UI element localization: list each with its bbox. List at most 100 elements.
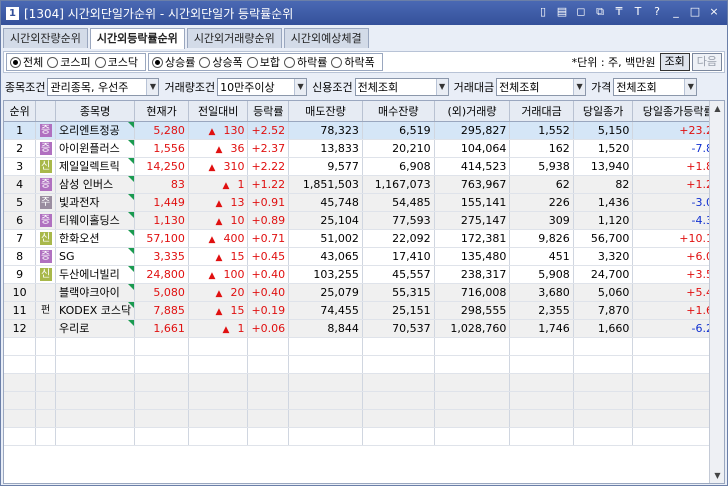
col-price[interactable]: 현재가 [134, 101, 189, 122]
table-row[interactable]: 8 증 SG 3,335 ▲ 15 +0.45 43,065 17,410 135,480 451 3… [4, 247, 724, 266]
radio-rise-amount[interactable]: 상승폭 [199, 54, 243, 70]
radio-dot [199, 56, 211, 68]
scroll-up-icon[interactable]: ▲ [710, 101, 724, 116]
header-row: 순위 종목명 현재가 전일대비 등락률 매도잔량 매수잔량 (외)거래량 거래대… [4, 101, 724, 122]
scroll-down-icon[interactable]: ▼ [710, 468, 724, 483]
empty-cell [362, 355, 435, 374]
table-row[interactable]: 2 증 아이윈플러스 1,556 ▲ 36 +2.37 13,833 20,210 104,064… [4, 139, 724, 158]
change-cell: ▲ 310 [188, 157, 249, 176]
next-button[interactable]: 다음 [691, 53, 722, 71]
empty-cell [434, 373, 511, 392]
price-cell: 5,080 [134, 283, 189, 302]
bid-qty-cell: 25,151 [362, 301, 435, 320]
empty-cell [434, 427, 511, 446]
ranking-grid[interactable]: 순위 종목명 현재가 전일대비 등락률 매도잔량 매수잔량 (외)거래량 거래대… [3, 100, 725, 484]
stock-type-badge: 증 [39, 124, 52, 137]
badge-cell: 증 [35, 247, 57, 266]
close-cell: 1,436 [573, 193, 634, 212]
table-row[interactable]: 1 증 오리엔트정공 5,280 ▲ 130 +2.52 78,323 6,519 295,827… [4, 121, 724, 140]
change-value: 130 [223, 123, 245, 137]
tab-remaining-rank[interactable]: 시간외잔량순위 [3, 28, 88, 48]
price-select[interactable]: 전체조회 ▼ [613, 78, 698, 96]
pin-icon[interactable]: ₸ [612, 5, 626, 19]
tab-volume-rank[interactable]: 시간외거래량순위 [186, 28, 282, 48]
ask-qty-cell: 103,255 [288, 265, 363, 284]
radio-rise-rate[interactable]: 상승률 [152, 54, 195, 70]
empty-cell [362, 427, 435, 446]
table-row[interactable]: 9 신 두산에너빌리 24,800 ▲ 100 +0.40 103,255 45,557 238,… [4, 265, 724, 284]
empty-cell [509, 427, 574, 446]
rank-cell: 7 [4, 229, 37, 248]
volume-cell: 763,967 [434, 175, 511, 194]
flag-marker [128, 157, 134, 164]
table-row[interactable]: 6 증 티웨이홀딩스 1,130 ▲ 10 +0.89 25,104 77,593 275,147… [4, 211, 724, 230]
copy-icon[interactable]: ◻ [574, 5, 588, 19]
table-row[interactable]: 3 신 제일일렉트릭 14,250 ▲ 310 +2.22 9,577 6,908 414,523… [4, 157, 724, 176]
close-icon[interactable]: × [707, 5, 721, 19]
tab-expected-fill[interactable]: 시간외예상체결 [283, 28, 369, 48]
tab-rate-rank[interactable]: 시간외등락률순위 [89, 28, 185, 49]
col-rate[interactable]: 등락률 [247, 101, 290, 122]
col-amount[interactable]: 거래대금 [509, 101, 574, 122]
restore-icon[interactable]: □ [688, 5, 702, 19]
col-rank[interactable]: 순위 [4, 101, 37, 122]
col-change[interactable]: 전일대비 [188, 101, 249, 122]
badge-cell: 주 [35, 193, 57, 212]
flag-marker [128, 301, 134, 308]
flag-marker [128, 211, 134, 218]
query-button[interactable]: 조회 [659, 53, 690, 71]
empty-cell [573, 391, 634, 410]
radio-dot [94, 56, 106, 68]
table-row[interactable]: 7 신 한화오션 57,100 ▲ 400 +0.71 51,002 22,092 172,381… [4, 229, 724, 248]
trade-amount-select[interactable]: 전체조회 ▼ [496, 78, 587, 96]
menu-icon[interactable]: ▤ [555, 5, 569, 19]
radio-fall-amount[interactable]: 하락폭 [331, 54, 375, 70]
window-icon[interactable]: ⧉ [593, 5, 607, 19]
rank-cell: 9 [4, 265, 37, 284]
close-cell: 1,660 [573, 319, 634, 338]
volume-cell: 155,141 [434, 193, 511, 212]
empty-cell [247, 409, 290, 428]
radio-label: 보합 [259, 56, 280, 69]
stock-type-badge: 주 [39, 196, 52, 209]
empty-cell [573, 409, 634, 428]
col-ask-qty[interactable]: 매도잔량 [288, 101, 363, 122]
credit-condition-select[interactable]: 전체조회 ▼ [354, 78, 449, 96]
radio-all[interactable]: 전체 [10, 54, 43, 70]
rate-cell: +0.19 [247, 301, 290, 320]
col-volume[interactable]: (외)거래량 [434, 101, 511, 122]
radio-kospi[interactable]: 코스피 [47, 54, 91, 70]
col-mark [35, 101, 57, 122]
rate-cell: +0.40 [247, 265, 290, 284]
radio-flat[interactable]: 보합 [246, 54, 280, 70]
table-row[interactable]: 5 주 빛과전자 1,449 ▲ 13 +0.91 45,748 54,485 155,141 22… [4, 193, 724, 212]
empty-row [4, 373, 724, 392]
stock-condition-select[interactable]: 관리종목, 우선주 ▼ [47, 78, 160, 96]
empty-cell [509, 373, 574, 392]
help-icon[interactable]: ? [650, 5, 664, 19]
radio-label: 상승폭 [212, 56, 243, 69]
vertical-scrollbar[interactable]: ▲ ▼ [709, 101, 724, 483]
table-row[interactable]: 11 펀 KODEX 코스닥 7,885 ▲ 15 +0.19 74,455 25,151 298… [4, 301, 724, 320]
empty-cell [247, 391, 290, 410]
empty-cell [134, 409, 189, 428]
rate-cell: +0.91 [247, 193, 290, 212]
change-value: 36 [230, 141, 245, 155]
close-cell: 5,150 [573, 121, 634, 140]
col-bid-qty[interactable]: 매수잔량 [362, 101, 435, 122]
radio-kosdaq[interactable]: 코스닥 [94, 54, 138, 70]
title-bar[interactable]: 1 [1304] 시간외단일가순위 - 시간외단일가 등락률순위 ▯ ▤ ◻ ⧉… [1, 1, 727, 25]
col-close[interactable]: 당일종가 [573, 101, 634, 122]
volume-condition-select[interactable]: 10만주이상 ▼ [217, 78, 308, 96]
table-row[interactable]: 12 우리로 1,661 ▲ 1 +0.06 8,844 70,537 1,028,760 1,7… [4, 319, 724, 338]
link-icon[interactable]: ▯ [536, 5, 550, 19]
empty-cell [188, 391, 249, 410]
app-window: 1 [1304] 시간외단일가순위 - 시간외단일가 등락률순위 ▯ ▤ ◻ ⧉… [0, 0, 728, 486]
table-row[interactable]: 4 증 삼성 인버스 83 ▲ 1 +1.22 1,851,503 1,167,073 763,9… [4, 175, 724, 194]
change-cell: ▲ 1 [188, 175, 249, 194]
radio-fall-rate[interactable]: 하락률 [284, 54, 327, 70]
col-name[interactable]: 종목명 [55, 101, 136, 122]
minimize-icon[interactable]: _ [669, 5, 683, 19]
text-icon[interactable]: T [631, 5, 645, 19]
table-row[interactable]: 10 블랙야크아이 5,080 ▲ 20 +0.40 25,079 55,315 716,008… [4, 283, 724, 302]
